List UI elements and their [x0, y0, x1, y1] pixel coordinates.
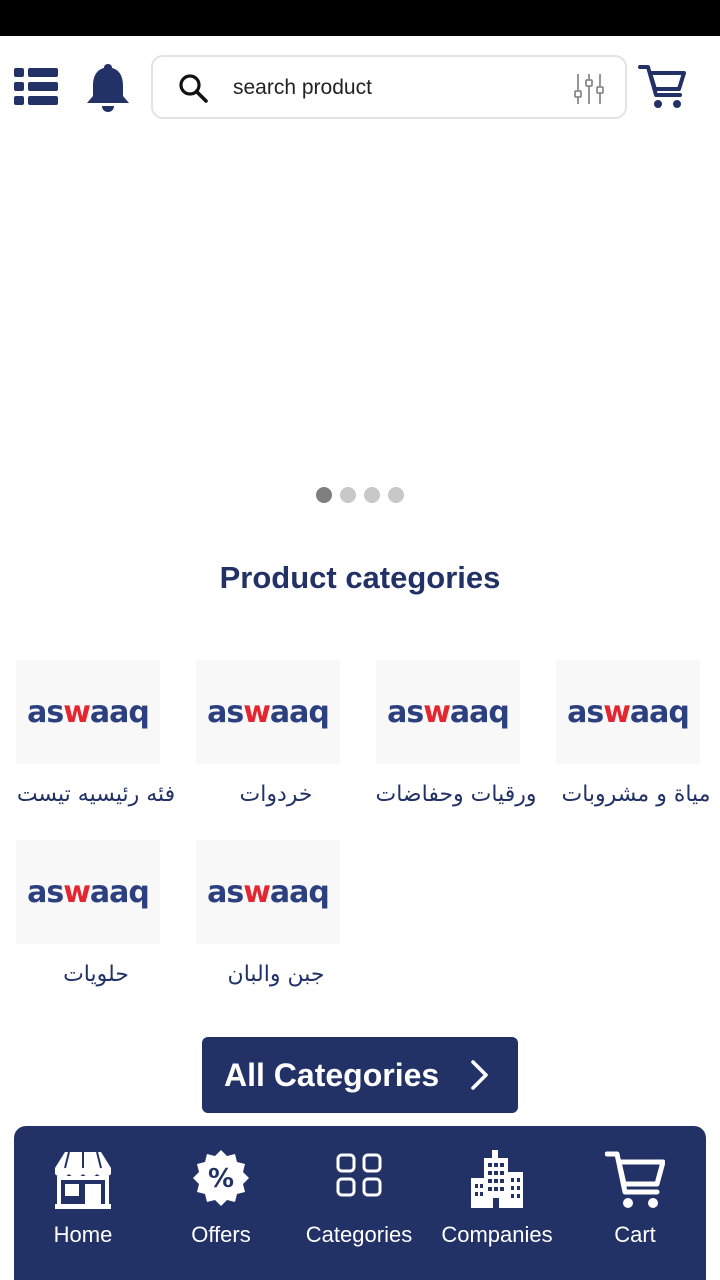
carousel-dot[interactable] [388, 487, 404, 503]
category-logo: aswaaq [16, 840, 160, 944]
carousel-dot[interactable] [340, 487, 356, 503]
grid-icon [336, 1153, 382, 1197]
carousel-dot[interactable] [364, 487, 380, 503]
aswaaq-logo: aswaaq [207, 694, 330, 730]
notifications-button[interactable] [84, 62, 132, 114]
status-bar [0, 0, 720, 36]
nav-cart-label: Cart [614, 1222, 656, 1247]
search-bar [151, 55, 627, 119]
category-logo: aswaaq [196, 840, 340, 944]
aswaaq-logo: aswaaq [27, 874, 150, 910]
nav-companies-label: Companies [441, 1222, 553, 1247]
all-categories-button[interactable]: All Categories [202, 1037, 518, 1113]
nav-categories[interactable]: Categories [290, 1148, 428, 1258]
menu-button[interactable] [12, 66, 60, 108]
all-categories-label: All Categories [224, 1056, 440, 1093]
nav-cart[interactable]: Cart [566, 1148, 704, 1258]
search-input[interactable] [233, 67, 553, 109]
nav-offers-label: Offers [191, 1222, 251, 1247]
cart-icon [605, 1151, 665, 1208]
aswaaq-logo: aswaaq [207, 874, 330, 910]
cart-button[interactable] [638, 63, 688, 111]
bell-icon [87, 64, 129, 112]
nav-companies[interactable]: Companies [428, 1148, 566, 1258]
category-label: مياة و مشروبات [561, 782, 711, 807]
category-logo: aswaaq [16, 660, 160, 764]
nav-home-label: Home [53, 1222, 113, 1247]
cart-icon [638, 65, 686, 108]
aswaaq-logo: aswaaq [387, 694, 510, 730]
nav-offers[interactable]: % Offers [152, 1148, 290, 1258]
chevron-right-icon [471, 1060, 488, 1090]
top-bar [0, 36, 720, 140]
building-icon [471, 1150, 523, 1208]
nav-categories-label: Categories [305, 1222, 413, 1247]
nav-home[interactable]: Home [14, 1148, 152, 1258]
category-label: جبن والبان [227, 962, 325, 987]
carousel-dot[interactable] [316, 487, 332, 503]
svg-text:%: % [208, 1164, 234, 1194]
category-logo: aswaaq [196, 660, 340, 764]
carousel-indicator [0, 487, 720, 503]
promo-banner-carousel[interactable] [0, 140, 720, 480]
aswaaq-logo: aswaaq [27, 694, 150, 730]
percent-badge-icon: % [193, 1150, 249, 1206]
storefront-icon [55, 1151, 111, 1209]
filter-sliders-icon[interactable] [573, 72, 605, 106]
category-logo: aswaaq [376, 660, 520, 764]
bottom-navigation: Home % Offers Categories Companies Cart [14, 1126, 706, 1280]
menu-list-icon [14, 68, 58, 105]
section-title: Product categories [219, 560, 501, 595]
aswaaq-logo: aswaaq [567, 694, 690, 730]
search-icon[interactable] [177, 72, 209, 104]
category-logo: aswaaq [556, 660, 700, 764]
